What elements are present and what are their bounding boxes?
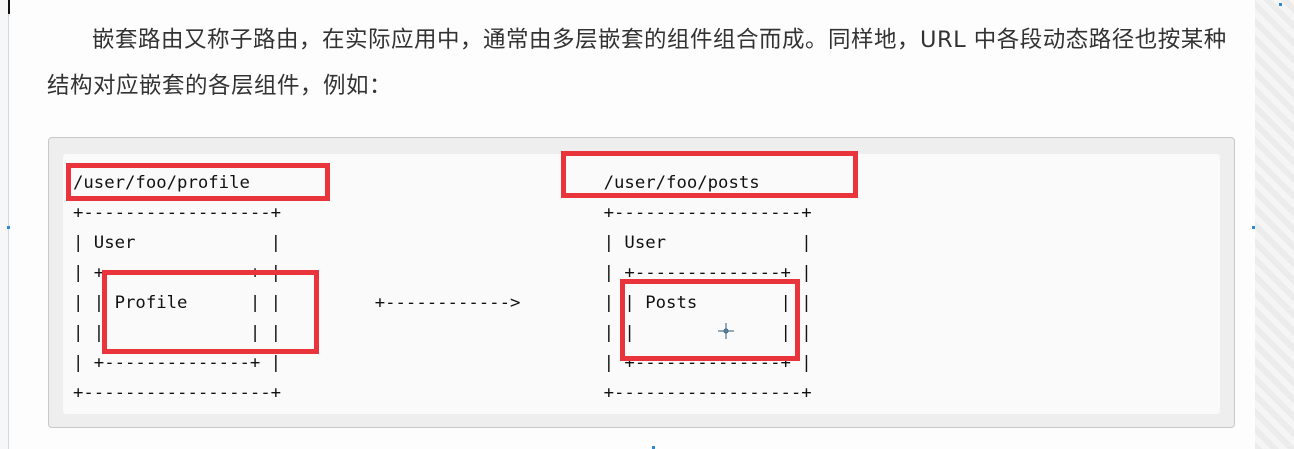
code-line: +------------------+ +------------------… <box>73 383 812 403</box>
code-line: | User | | User | <box>73 233 812 253</box>
highlight-profile-url <box>66 163 330 201</box>
selection-handle-icon <box>1279 3 1282 6</box>
document-page: 嵌套路由又称子路由，在实际应用中，通常由多层嵌套的组件组合而成。同样地，URL … <box>8 0 1255 449</box>
nested-routes-paragraph: 嵌套路由又称子路由，在实际应用中，通常由多层嵌套的组件组合而成。同样地，URL … <box>47 27 1227 99</box>
code-line: +------------------+ +------------------… <box>73 203 812 223</box>
crosshair-cursor-icon <box>718 323 734 339</box>
highlight-profile-component <box>102 270 319 354</box>
highlight-posts-url <box>561 151 858 198</box>
left-margin <box>0 0 8 449</box>
selection-handle-icon <box>7 226 10 229</box>
highlight-posts-component <box>620 279 800 361</box>
selection-handle-icon <box>1252 226 1255 229</box>
right-margin-pattern <box>1254 0 1294 449</box>
text-cursor-icon <box>8 0 10 14</box>
